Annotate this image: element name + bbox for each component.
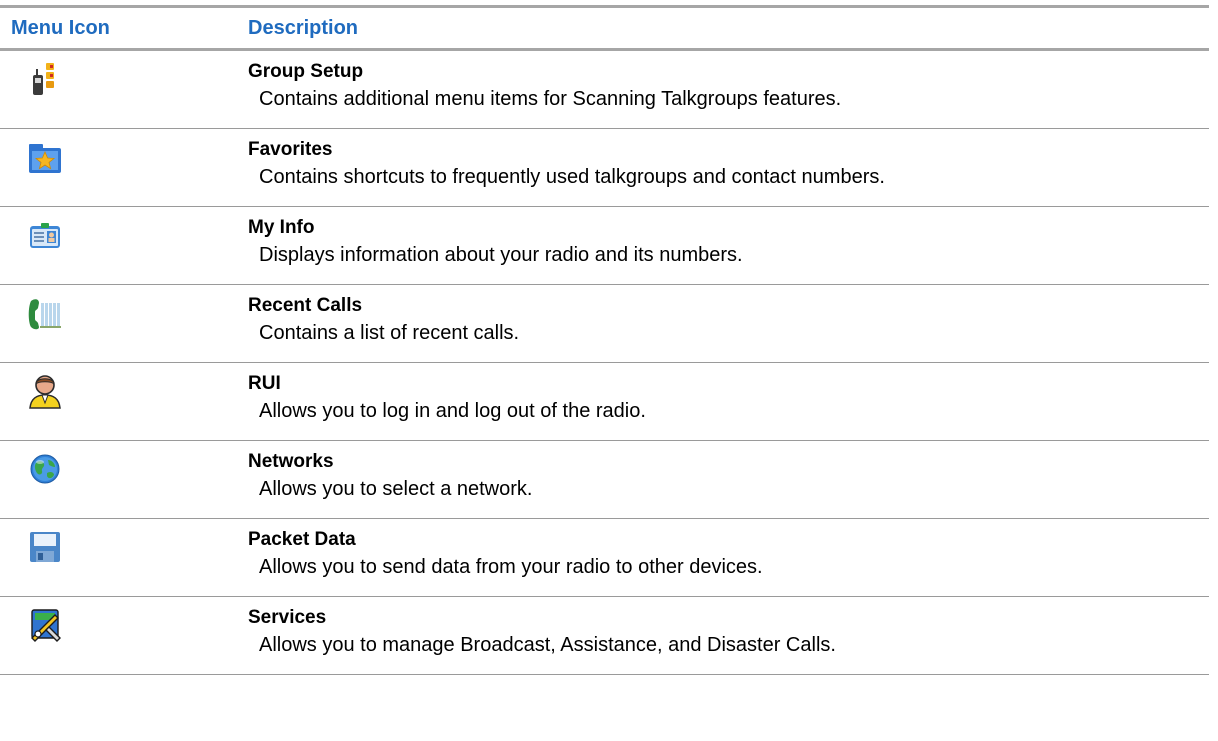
id-card-icon (30, 223, 60, 248)
row-name: Packet Data (248, 529, 356, 550)
row-description: Allows you to manage Broadcast, Assistan… (259, 634, 836, 656)
favorites-star-folder-icon (29, 144, 61, 173)
table-row: Packet Data Allows you to send data from… (0, 519, 1209, 597)
row-description: Allows you to log in and log out of the … (259, 400, 646, 422)
floppy-disk-icon (30, 532, 60, 562)
globe-icon (30, 454, 60, 484)
row-description: Contains additional menu items for Scann… (259, 88, 842, 110)
row-description: Allows you to select a network. (259, 478, 533, 500)
icon-cell (0, 129, 248, 206)
icon-cell (0, 597, 248, 674)
icon-cell (0, 519, 248, 596)
table-row: RUI Allows you to log in and log out of … (0, 363, 1209, 441)
header-description: Description (248, 16, 359, 39)
row-name: RUI (248, 373, 281, 394)
table-row: Recent Calls Contains a list of recent c… (0, 285, 1209, 363)
phone-call-log-icon (28, 299, 61, 330)
row-description: Allows you to send data from your radio … (259, 556, 763, 578)
icon-cell (0, 285, 248, 362)
row-name: Group Setup (248, 61, 364, 82)
table-header: Menu Icon Description (0, 8, 1209, 51)
header-menu-icon: Menu Icon (11, 16, 110, 39)
row-name: My Info (248, 217, 315, 238)
table-row: Networks Allows you to select a network. (0, 441, 1209, 519)
icon-cell (0, 207, 248, 284)
row-name: Services (248, 607, 327, 628)
row-name: Networks (248, 451, 334, 472)
table-row: Favorites Contains shortcuts to frequent… (0, 129, 1209, 207)
row-description: Displays information about your radio an… (259, 244, 743, 266)
icon-cell (0, 441, 248, 518)
row-description: Contains a list of recent calls. (259, 322, 520, 344)
table-row: Services Allows you to manage Broadcast,… (0, 597, 1209, 675)
table-row: Group Setup Contains additional menu ite… (0, 51, 1209, 129)
row-name: Favorites (248, 139, 333, 160)
icon-cell (0, 51, 248, 128)
row-name: Recent Calls (248, 295, 363, 316)
menu-icon-table: Menu Icon Description Group Setup Contai… (0, 5, 1209, 675)
row-description: Contains shortcuts to frequently used ta… (259, 166, 885, 188)
icon-cell (0, 363, 248, 440)
tools-wrench-icon (31, 609, 61, 642)
user-person-icon (29, 375, 61, 409)
group-setup-icon (33, 63, 54, 95)
table-row: My Info Displays information about your … (0, 207, 1209, 285)
